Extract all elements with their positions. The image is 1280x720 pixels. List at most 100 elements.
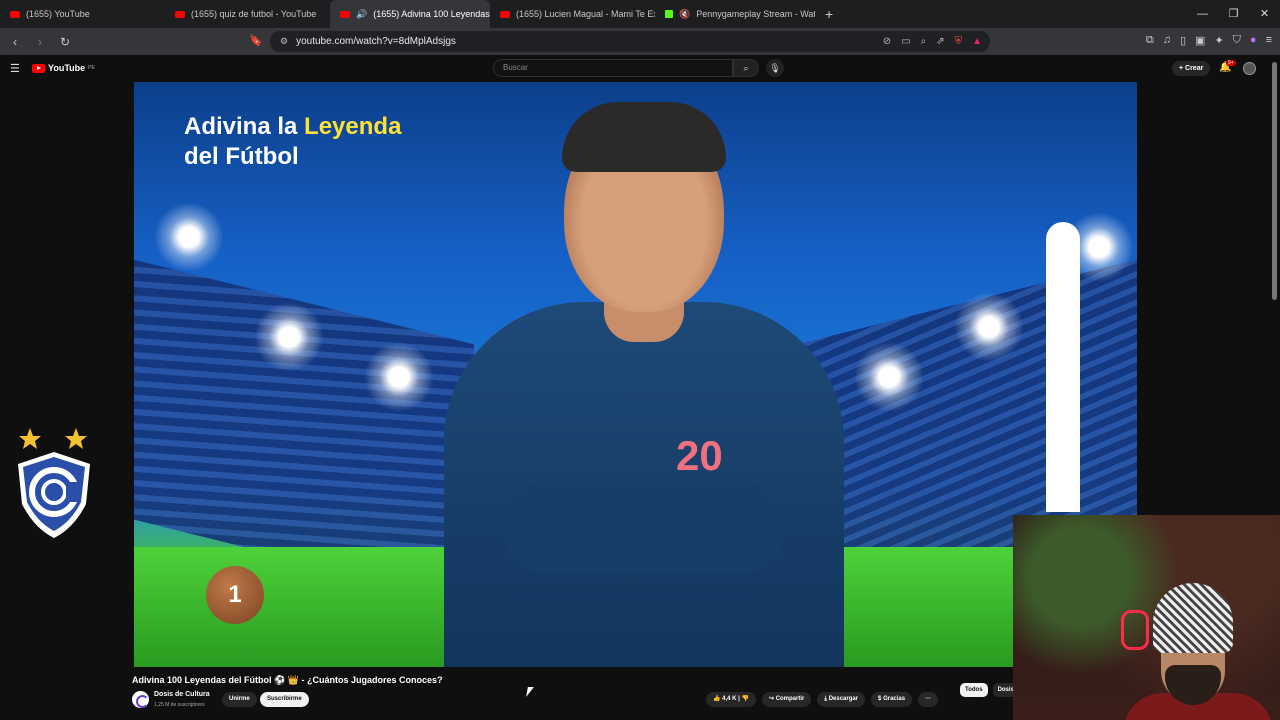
notification-badge: 9+ [1226, 60, 1236, 66]
site-info-icon[interactable]: ⚙ [280, 36, 288, 47]
search-button[interactable]: ⌕ [733, 59, 759, 77]
timer-bar [1046, 222, 1080, 512]
overlay-title-line2: del Fútbol [184, 143, 299, 170]
tab-youtube-home[interactable]: (1655) YouTube [0, 0, 165, 28]
subscribe-button[interactable]: Suscribirme [260, 692, 309, 707]
close-window-icon[interactable]: ✕ [1249, 0, 1280, 28]
club-crest-logo [18, 428, 90, 538]
thumbs-down-icon[interactable]: 👎 [742, 696, 749, 702]
tab-quiz-futbol[interactable]: (1655) quiz de futbol - YouTube [165, 0, 330, 28]
youtube-favicon-icon [340, 10, 350, 18]
join-button[interactable]: Unirme [222, 692, 257, 707]
brave-rewards-icon[interactable]: ▲ [972, 36, 982, 47]
streamer-beanie [1153, 583, 1233, 653]
speaker-icon: 🔊 [356, 8, 368, 19]
share-arrow-icon: ↪ [768, 696, 776, 702]
page-scrollbar[interactable] [1272, 62, 1277, 300]
window-controls: — ❐ ✕ [1187, 0, 1280, 28]
camera-blocked-icon[interactable]: ⊘ [883, 36, 891, 47]
back-icon[interactable]: ‹ [5, 35, 25, 49]
channel-name[interactable]: Dosis de Cultura [154, 691, 210, 698]
stadium-light [854, 342, 924, 412]
chip-all[interactable]: Todos [960, 683, 988, 697]
tab-adivina-leyendas[interactable]: 🔊 (1655) Adivina 100 Leyendas ✕ [330, 0, 490, 28]
youtube-favicon-icon [10, 10, 20, 18]
search-input[interactable]: Buscar [493, 59, 733, 77]
player-hair [562, 102, 726, 172]
video-player[interactable]: Adivina la Leyenda del Fútbol 20 1 [134, 82, 1137, 667]
thumbs-up-icon: 👍 [713, 696, 723, 702]
new-tab-button[interactable]: + [815, 6, 843, 22]
tab-label: (1655) quiz de futbol - YouTube [191, 9, 317, 19]
extensions-bar: ⧉ ♫ ▯ ▣ ✦ ⛉ ● ≡ [1146, 34, 1272, 47]
video-actions: 👍 4,4 K | 👎 ↪ Compartir ⤓ Descargar $ Gr… [706, 692, 939, 707]
youtube-favicon-icon [500, 10, 510, 18]
sidebar-icon[interactable]: ▯ [1180, 34, 1186, 47]
vpn-icon[interactable]: ⛉ [1233, 34, 1241, 47]
create-button[interactable]: + Crear [1172, 61, 1211, 76]
extensions-icon[interactable]: ⧉ [1146, 34, 1154, 47]
thanks-label: Gracias [883, 696, 906, 702]
zoom-icon[interactable]: ⌕ [921, 36, 927, 47]
share-icon[interactable]: ⇗ [936, 36, 944, 47]
region-code: PE [88, 65, 95, 71]
tab-label: (1655) Lucien Magual - Mami Te Extr [516, 9, 655, 19]
channel-avatar[interactable] [132, 691, 149, 708]
tab-pennygameplay[interactable]: 🔇 Pennygameplay Stream - Watch [655, 0, 815, 28]
restore-icon[interactable]: ❐ [1218, 0, 1249, 28]
reload-icon[interactable]: ↻ [55, 35, 75, 49]
profile-icon[interactable]: ● [1250, 34, 1257, 47]
player-crossed-arms [504, 482, 784, 572]
address-bar-actions: ⊘ ▭ ⌕ ⇗ ⛨ ▲ [883, 36, 982, 47]
download-label: Descargar [828, 696, 859, 702]
stadium-light [254, 302, 324, 372]
mute-icon: 🔇 [679, 8, 691, 19]
video-title: Adivina 100 Leyendas del Fútbol ⚽ 👑 - ¿C… [132, 675, 443, 685]
browser-nav-bar: ‹ › ↻ 🔖 ⚙ youtube.com/watch?v=8dMplAdsjg… [0, 28, 1280, 55]
cast-icon[interactable]: ▭ [901, 36, 910, 47]
media-icon[interactable]: ♫ [1163, 34, 1171, 47]
forward-icon[interactable]: › [30, 35, 50, 49]
webcam-overlay [1013, 515, 1280, 720]
share-button[interactable]: ↪ Compartir [761, 692, 812, 707]
microphone-icon: 🎙 [769, 63, 781, 73]
stadium-light [364, 342, 434, 412]
download-button[interactable]: ⤓ Descargar [817, 692, 866, 707]
bookmark-icon[interactable]: 🔖 [249, 34, 263, 47]
related-filter-chips: Todos Dosis [960, 683, 1019, 697]
url-text[interactable]: youtube.com/watch?v=8dMplAdsjgs [296, 36, 456, 47]
leo-icon[interactable]: ✦ [1214, 34, 1223, 47]
mouse-cursor-icon [526, 687, 534, 697]
address-bar[interactable]: ⚙ youtube.com/watch?v=8dMplAdsjgs ⊘ ▭ ⌕ … [270, 31, 990, 52]
brave-shield-icon[interactable]: ⛨ [955, 36, 963, 47]
thanks-button[interactable]: $ Gracias [871, 692, 913, 707]
logo-text: YouTube [48, 63, 86, 73]
star-icon [19, 428, 41, 449]
like-button[interactable]: 👍 4,4 K | 👎 [706, 692, 756, 707]
hamburger-menu-icon[interactable]: ☰ [10, 62, 20, 75]
stadium-light [954, 292, 1024, 362]
browser-tab-bar: (1655) YouTube (1655) quiz de futbol - Y… [0, 0, 1280, 28]
tab-label: Pennygameplay Stream - Watch [696, 9, 815, 19]
wallet-icon[interactable]: ▣ [1195, 34, 1205, 47]
tab-lucien-magual[interactable]: (1655) Lucien Magual - Mami Te Extr [490, 0, 655, 28]
youtube-header: ☰ YouTube PE Buscar ⌕ 🎙 + Crear 🔔 9+ [0, 55, 1280, 82]
account-avatar[interactable] [1243, 62, 1256, 75]
red-light-ring [1121, 610, 1149, 650]
youtube-play-icon [32, 63, 45, 73]
share-label: Compartir [775, 696, 805, 702]
browser-menu-icon[interactable]: ≡ [1266, 34, 1272, 47]
question-counter: 1 [206, 566, 264, 624]
minimize-icon[interactable]: — [1187, 0, 1218, 28]
youtube-favicon-icon [175, 10, 185, 18]
kick-favicon-icon [665, 10, 673, 18]
voice-search-button[interactable]: 🎙 [766, 59, 784, 77]
more-actions-button[interactable]: ··· [918, 692, 939, 707]
football-player-image: 20 [444, 102, 844, 667]
overlay-title-white: Adivina la [184, 113, 298, 140]
youtube-logo[interactable]: YouTube PE [32, 63, 95, 73]
search-icon: ⌕ [743, 63, 749, 73]
jersey-number: 20 [676, 432, 723, 479]
subscriber-count: 1,25 M de suscriptores [154, 702, 205, 708]
overlay-title-yellow: Leyenda [304, 113, 402, 140]
